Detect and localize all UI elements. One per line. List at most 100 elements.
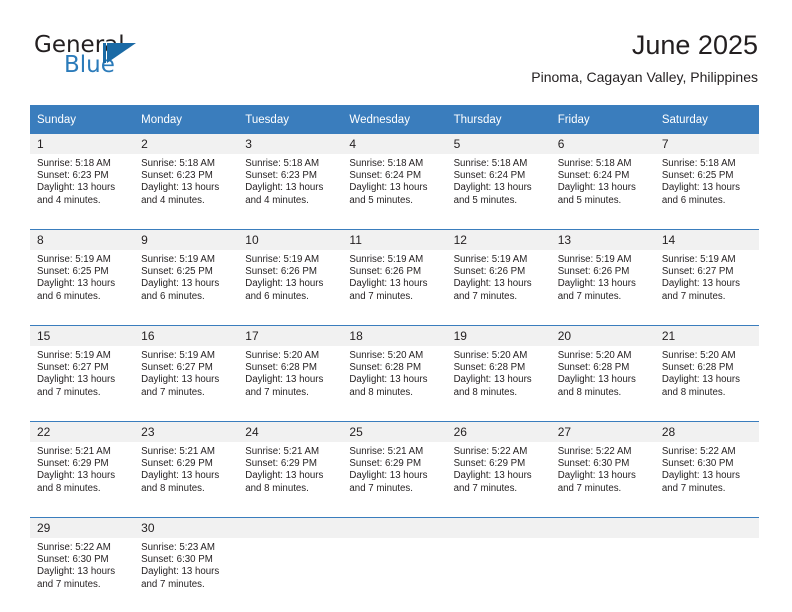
calendar-day-cell[interactable]: 30 Sunrise: 5:23 AM Sunset: 6:30 PM Dayligh…	[134, 517, 239, 604]
calendar-day-cell[interactable]: 1 Sunrise: 5:18 AM Sunset: 6:23 PM Daylight…	[30, 134, 135, 220]
day-details: Sunrise: 5:19 AM Sunset: 6:26 PM Daylight:…	[551, 250, 655, 316]
sunrise-text: Sunrise: 5:19 AM	[245, 254, 320, 265]
calendar-day-cell[interactable]: 23 Sunrise: 5:21 AM Sunset: 6:29 PM Dayligh…	[134, 421, 239, 508]
brand-logo: General Blue	[34, 32, 214, 88]
daylight-text: Daylight: 13 hours and 5 minutes.	[557, 182, 636, 206]
calendar-day-cell[interactable]: 11 Sunrise: 5:19 AM Sunset: 6:26 PM Dayligh…	[342, 229, 447, 316]
day-details: Sunrise: 5:19 AM Sunset: 6:25 PM Daylight:…	[30, 250, 134, 316]
day-number: 10	[238, 230, 343, 250]
day-details: Sunrise: 5:18 AM Sunset: 6:23 PM Daylight:…	[134, 154, 238, 220]
calendar-table: Sunday Monday Tuesday Wednesday Thursday…	[30, 105, 759, 604]
calendar-day-cell[interactable]: 18 Sunrise: 5:20 AM Sunset: 6:28 PM Dayligh…	[342, 325, 447, 412]
daylight-text: Daylight: 13 hours and 6 minutes.	[141, 278, 220, 302]
calendar-day-cell[interactable]: 15 Sunrise: 5:19 AM Sunset: 6:27 PM Dayligh…	[30, 325, 135, 412]
calendar-day-cell[interactable]: 26 Sunrise: 5:22 AM Sunset: 6:29 PM Dayligh…	[446, 421, 551, 508]
daylight-text: Daylight: 13 hours and 6 minutes.	[245, 278, 324, 302]
sunset-text: Sunset: 6:29 PM	[141, 458, 213, 470]
day-number	[238, 518, 343, 538]
day-number: 15	[30, 326, 135, 346]
daylight-text: Daylight: 13 hours and 4 minutes.	[141, 182, 220, 206]
sunrise-text: Sunrise: 5:18 AM	[453, 158, 528, 169]
sunrise-text: Sunrise: 5:22 AM	[661, 446, 736, 457]
calendar-table-body: 1 Sunrise: 5:18 AM Sunset: 6:23 PM Daylight…	[30, 134, 759, 604]
sunrise-text: Sunrise: 5:22 AM	[37, 542, 111, 553]
daylight-text: Daylight: 13 hours and 8 minutes.	[349, 374, 428, 398]
day-details	[551, 538, 655, 604]
sunset-text: Sunset: 6:30 PM	[557, 458, 630, 470]
day-number: 29	[30, 518, 135, 538]
sunrise-text: Sunrise: 5:18 AM	[245, 158, 320, 169]
day-details	[342, 538, 446, 604]
calendar-day-cell[interactable]: 25 Sunrise: 5:21 AM Sunset: 6:29 PM Dayligh…	[342, 421, 447, 508]
calendar-day-cell[interactable]: 3 Sunrise: 5:18 AM Sunset: 6:23 PM Daylight…	[238, 134, 343, 220]
calendar-day-cell[interactable]: 2 Sunrise: 5:18 AM Sunset: 6:23 PM Daylight…	[134, 134, 239, 220]
sunrise-text: Sunrise: 5:19 AM	[37, 350, 111, 361]
sunrise-text: Sunrise: 5:21 AM	[245, 446, 320, 457]
sunset-text: Sunset: 6:30 PM	[661, 458, 734, 470]
day-details: Sunrise: 5:19 AM Sunset: 6:26 PM Daylight:…	[447, 250, 551, 316]
calendar-day-cell[interactable]: 6 Sunrise: 5:18 AM Sunset: 6:24 PM Daylight…	[550, 134, 655, 220]
calendar-day-cell[interactable]: 16 Sunrise: 5:19 AM Sunset: 6:27 PM Dayligh…	[134, 325, 239, 412]
day-number: 20	[550, 326, 655, 346]
calendar-day-cell[interactable]: 28 Sunrise: 5:22 AM Sunset: 6:30 PM Dayligh…	[654, 421, 759, 508]
calendar-week-row: 29 Sunrise: 5:22 AM Sunset: 6:30 PM Dayligh…	[30, 517, 759, 604]
calendar-day-cell[interactable]: 9 Sunrise: 5:19 AM Sunset: 6:25 PM Daylight…	[134, 229, 239, 316]
calendar-week-row: 22 Sunrise: 5:21 AM Sunset: 6:29 PM Dayligh…	[30, 421, 759, 508]
sunset-text: Sunset: 6:26 PM	[453, 266, 526, 278]
day-number: 6	[550, 134, 655, 154]
day-details: Sunrise: 5:20 AM Sunset: 6:28 PM Daylight:…	[238, 346, 342, 412]
day-details: Sunrise: 5:21 AM Sunset: 6:29 PM Daylight:…	[134, 442, 238, 508]
calendar-day-cell[interactable]: 22 Sunrise: 5:21 AM Sunset: 6:29 PM Dayligh…	[30, 421, 135, 508]
calendar-day-cell[interactable]: 4 Sunrise: 5:18 AM Sunset: 6:24 PM Daylight…	[342, 134, 447, 220]
calendar-day-cell[interactable]: 29 Sunrise: 5:22 AM Sunset: 6:30 PM Dayligh…	[30, 517, 135, 604]
calendar-day-cell[interactable]: 12 Sunrise: 5:19 AM Sunset: 6:26 PM Dayligh…	[446, 229, 551, 316]
daylight-text: Daylight: 13 hours and 5 minutes.	[349, 182, 428, 206]
weekday-header-thursday: Thursday	[446, 105, 551, 134]
calendar-day-cell[interactable]: 19 Sunrise: 5:20 AM Sunset: 6:28 PM Dayligh…	[446, 325, 551, 412]
sunset-text: Sunset: 6:30 PM	[141, 554, 213, 566]
calendar-day-cell[interactable]: 21 Sunrise: 5:20 AM Sunset: 6:28 PM Dayligh…	[654, 325, 759, 412]
daylight-text: Daylight: 13 hours and 7 minutes.	[661, 278, 740, 302]
weekday-header-monday: Monday	[134, 105, 239, 134]
calendar-day-cell-empty	[238, 517, 343, 604]
daylight-text: Daylight: 13 hours and 8 minutes.	[37, 470, 116, 494]
day-details: Sunrise: 5:22 AM Sunset: 6:29 PM Daylight:…	[447, 442, 551, 508]
day-number: 27	[550, 422, 655, 442]
daylight-text: Daylight: 13 hours and 7 minutes.	[349, 278, 428, 302]
day-details	[655, 538, 759, 604]
day-details: Sunrise: 5:18 AM Sunset: 6:23 PM Daylight:…	[30, 154, 134, 220]
weekday-header-sunday: Sunday	[30, 105, 135, 134]
calendar-day-cell[interactable]: 24 Sunrise: 5:21 AM Sunset: 6:29 PM Dayligh…	[238, 421, 343, 508]
day-number: 16	[134, 326, 239, 346]
day-number: 19	[446, 326, 551, 346]
sunrise-text: Sunrise: 5:20 AM	[349, 350, 424, 361]
day-details: Sunrise: 5:21 AM Sunset: 6:29 PM Daylight:…	[342, 442, 446, 508]
calendar-day-cell[interactable]: 8 Sunrise: 5:19 AM Sunset: 6:25 PM Daylight…	[30, 229, 135, 316]
calendar-day-cell-empty	[654, 517, 759, 604]
calendar-page: General Blue June 2025 Pinoma, Cagayan V…	[0, 0, 792, 612]
calendar-day-cell[interactable]: 17 Sunrise: 5:20 AM Sunset: 6:28 PM Dayligh…	[238, 325, 343, 412]
daylight-text: Daylight: 13 hours and 7 minutes.	[557, 470, 636, 494]
page-subtitle: Pinoma, Cagayan Valley, Philippines	[531, 69, 758, 85]
weekday-header-row: Sunday Monday Tuesday Wednesday Thursday…	[30, 105, 759, 134]
week-spacer-cell	[30, 220, 759, 230]
sunrise-text: Sunrise: 5:23 AM	[141, 542, 215, 553]
calendar-day-cell[interactable]: 20 Sunrise: 5:20 AM Sunset: 6:28 PM Dayligh…	[550, 325, 655, 412]
day-details: Sunrise: 5:19 AM Sunset: 6:27 PM Daylight:…	[134, 346, 238, 412]
calendar-day-cell[interactable]: 5 Sunrise: 5:18 AM Sunset: 6:24 PM Daylight…	[446, 134, 551, 220]
sunset-text: Sunset: 6:26 PM	[557, 266, 630, 278]
calendar-day-cell-empty	[550, 517, 655, 604]
calendar-day-cell[interactable]: 14 Sunrise: 5:19 AM Sunset: 6:27 PM Dayligh…	[654, 229, 759, 316]
calendar-day-cell[interactable]: 7 Sunrise: 5:18 AM Sunset: 6:25 PM Daylight…	[654, 134, 759, 220]
calendar-day-cell[interactable]: 13 Sunrise: 5:19 AM Sunset: 6:26 PM Dayligh…	[550, 229, 655, 316]
sunrise-text: Sunrise: 5:19 AM	[557, 254, 632, 265]
daylight-text: Daylight: 13 hours and 5 minutes.	[453, 182, 532, 206]
calendar-day-cell[interactable]: 10 Sunrise: 5:19 AM Sunset: 6:26 PM Dayligh…	[238, 229, 343, 316]
daylight-text: Daylight: 13 hours and 7 minutes.	[661, 470, 740, 494]
daylight-text: Daylight: 13 hours and 7 minutes.	[141, 566, 220, 590]
day-details: Sunrise: 5:18 AM Sunset: 6:23 PM Daylight:…	[238, 154, 342, 220]
calendar-day-cell[interactable]: 27 Sunrise: 5:22 AM Sunset: 6:30 PM Dayligh…	[550, 421, 655, 508]
daylight-text: Daylight: 13 hours and 8 minutes.	[557, 374, 636, 398]
sunrise-text: Sunrise: 5:20 AM	[661, 350, 736, 361]
day-details: Sunrise: 5:21 AM Sunset: 6:29 PM Daylight:…	[238, 442, 342, 508]
